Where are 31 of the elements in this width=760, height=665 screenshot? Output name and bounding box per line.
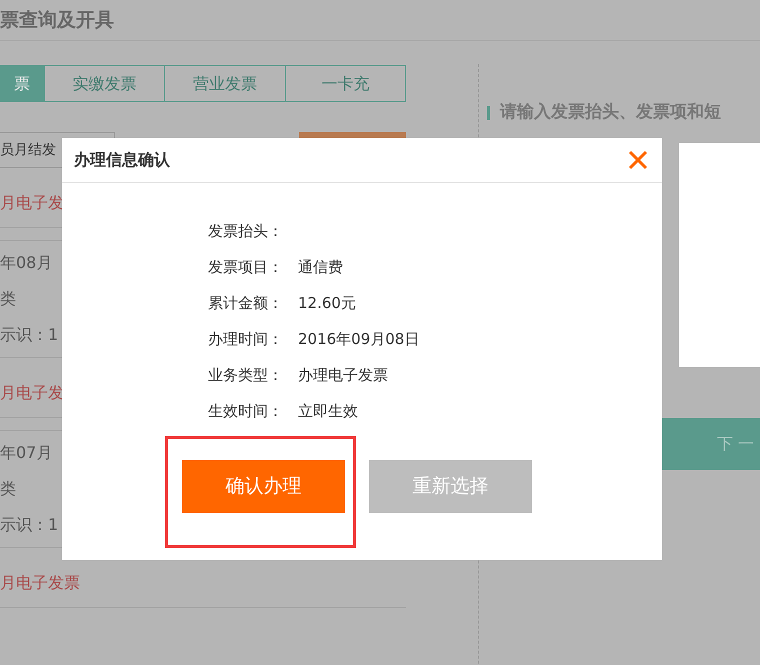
field-label: 累计金额： <box>208 292 284 314</box>
field-value: 2016年09月08日 <box>298 328 420 350</box>
next-button[interactable]: 下 一 <box>662 418 760 470</box>
section-heading: 请输入发票抬头、发票项和短 <box>500 101 721 124</box>
field-value: 立即生效 <box>298 400 358 422</box>
record-type: 类 <box>0 478 16 500</box>
field-value: 12.60元 <box>298 292 356 314</box>
reselect-button[interactable]: 重新选择 <box>369 460 532 513</box>
record-type: 类 <box>0 288 16 310</box>
field-label: 业务类型： <box>208 364 284 386</box>
tab[interactable]: 营业发票 <box>164 66 285 101</box>
record-id: 示识：1 <box>0 514 58 536</box>
tab[interactable]: 一卡充 <box>284 66 405 101</box>
field-label: 发票抬头： <box>208 220 284 242</box>
field-label: 发票项目： <box>208 256 284 278</box>
record-title[interactable]: 月电子发 <box>0 380 64 404</box>
field-label: 办理时间： <box>208 328 284 350</box>
field-label: 生效时间： <box>208 400 284 422</box>
tab[interactable]: 票 <box>0 66 44 101</box>
record-month: 年08月 <box>0 252 52 274</box>
confirm-button[interactable]: 确认办理 <box>182 460 345 513</box>
tab[interactable]: 实缴发票 <box>44 66 164 101</box>
record-month: 年07月 <box>0 442 52 464</box>
record-title[interactable]: 月电子发票 <box>0 570 80 594</box>
record-title[interactable]: 月电子发 <box>0 190 64 214</box>
record-id: 示识：1 <box>0 324 58 346</box>
page-title: 票查询及开具 <box>0 8 114 33</box>
field-value: 通信费 <box>298 256 343 278</box>
close-icon[interactable] <box>628 150 648 170</box>
field-value: 办理电子发票 <box>298 364 388 386</box>
input-area[interactable] <box>679 143 760 367</box>
